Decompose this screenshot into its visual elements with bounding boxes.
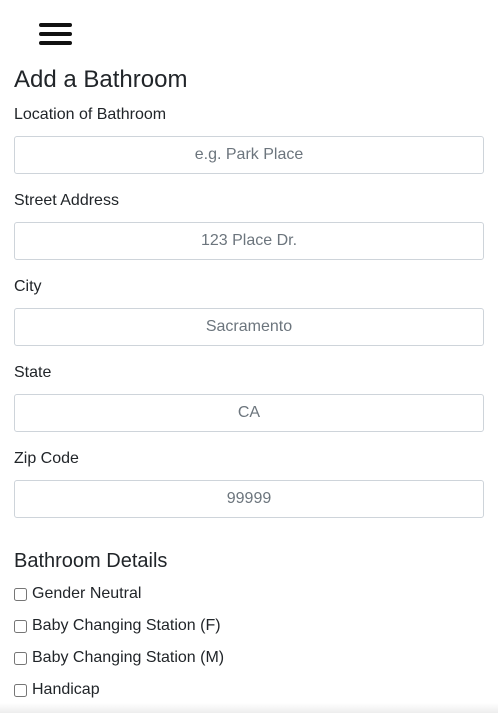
street-address-input[interactable]: [14, 222, 484, 260]
gender-neutral-label: Gender Neutral: [32, 585, 142, 602]
state-label: State: [14, 364, 52, 381]
location-label: Location of Bathroom: [14, 106, 167, 123]
handicap-label: Handicap: [32, 681, 100, 698]
city-input[interactable]: [14, 308, 484, 346]
gender-neutral-checkbox[interactable]: [14, 587, 27, 601]
city-label: City: [14, 278, 42, 295]
hamburger-menu-icon[interactable]: [37, 20, 73, 48]
menu-bar: [39, 23, 72, 27]
handicap-checkbox[interactable]: [14, 683, 27, 697]
baby-changing-m-label: Baby Changing Station (M): [32, 649, 225, 666]
baby-changing-f-option[interactable]: Baby Changing Station (F): [14, 616, 221, 636]
zip-code-input[interactable]: [14, 480, 484, 518]
scroll-fade: [0, 703, 498, 713]
gender-neutral-option[interactable]: Gender Neutral: [14, 584, 141, 604]
page-title: Add a Bathroom: [14, 66, 188, 93]
baby-changing-m-option[interactable]: Baby Changing Station (M): [14, 648, 224, 668]
menu-bar: [39, 32, 72, 36]
zip-code-label: Zip Code: [14, 450, 79, 467]
menu-bar: [39, 41, 72, 45]
bathroom-details-title: Bathroom Details: [14, 550, 168, 572]
baby-changing-f-checkbox[interactable]: [14, 619, 27, 633]
state-input[interactable]: [14, 394, 484, 432]
location-input[interactable]: [14, 136, 484, 174]
street-address-label: Street Address: [14, 192, 119, 209]
baby-changing-f-label: Baby Changing Station (F): [32, 617, 221, 634]
baby-changing-m-checkbox[interactable]: [14, 651, 27, 665]
handicap-option[interactable]: Handicap: [14, 680, 100, 700]
